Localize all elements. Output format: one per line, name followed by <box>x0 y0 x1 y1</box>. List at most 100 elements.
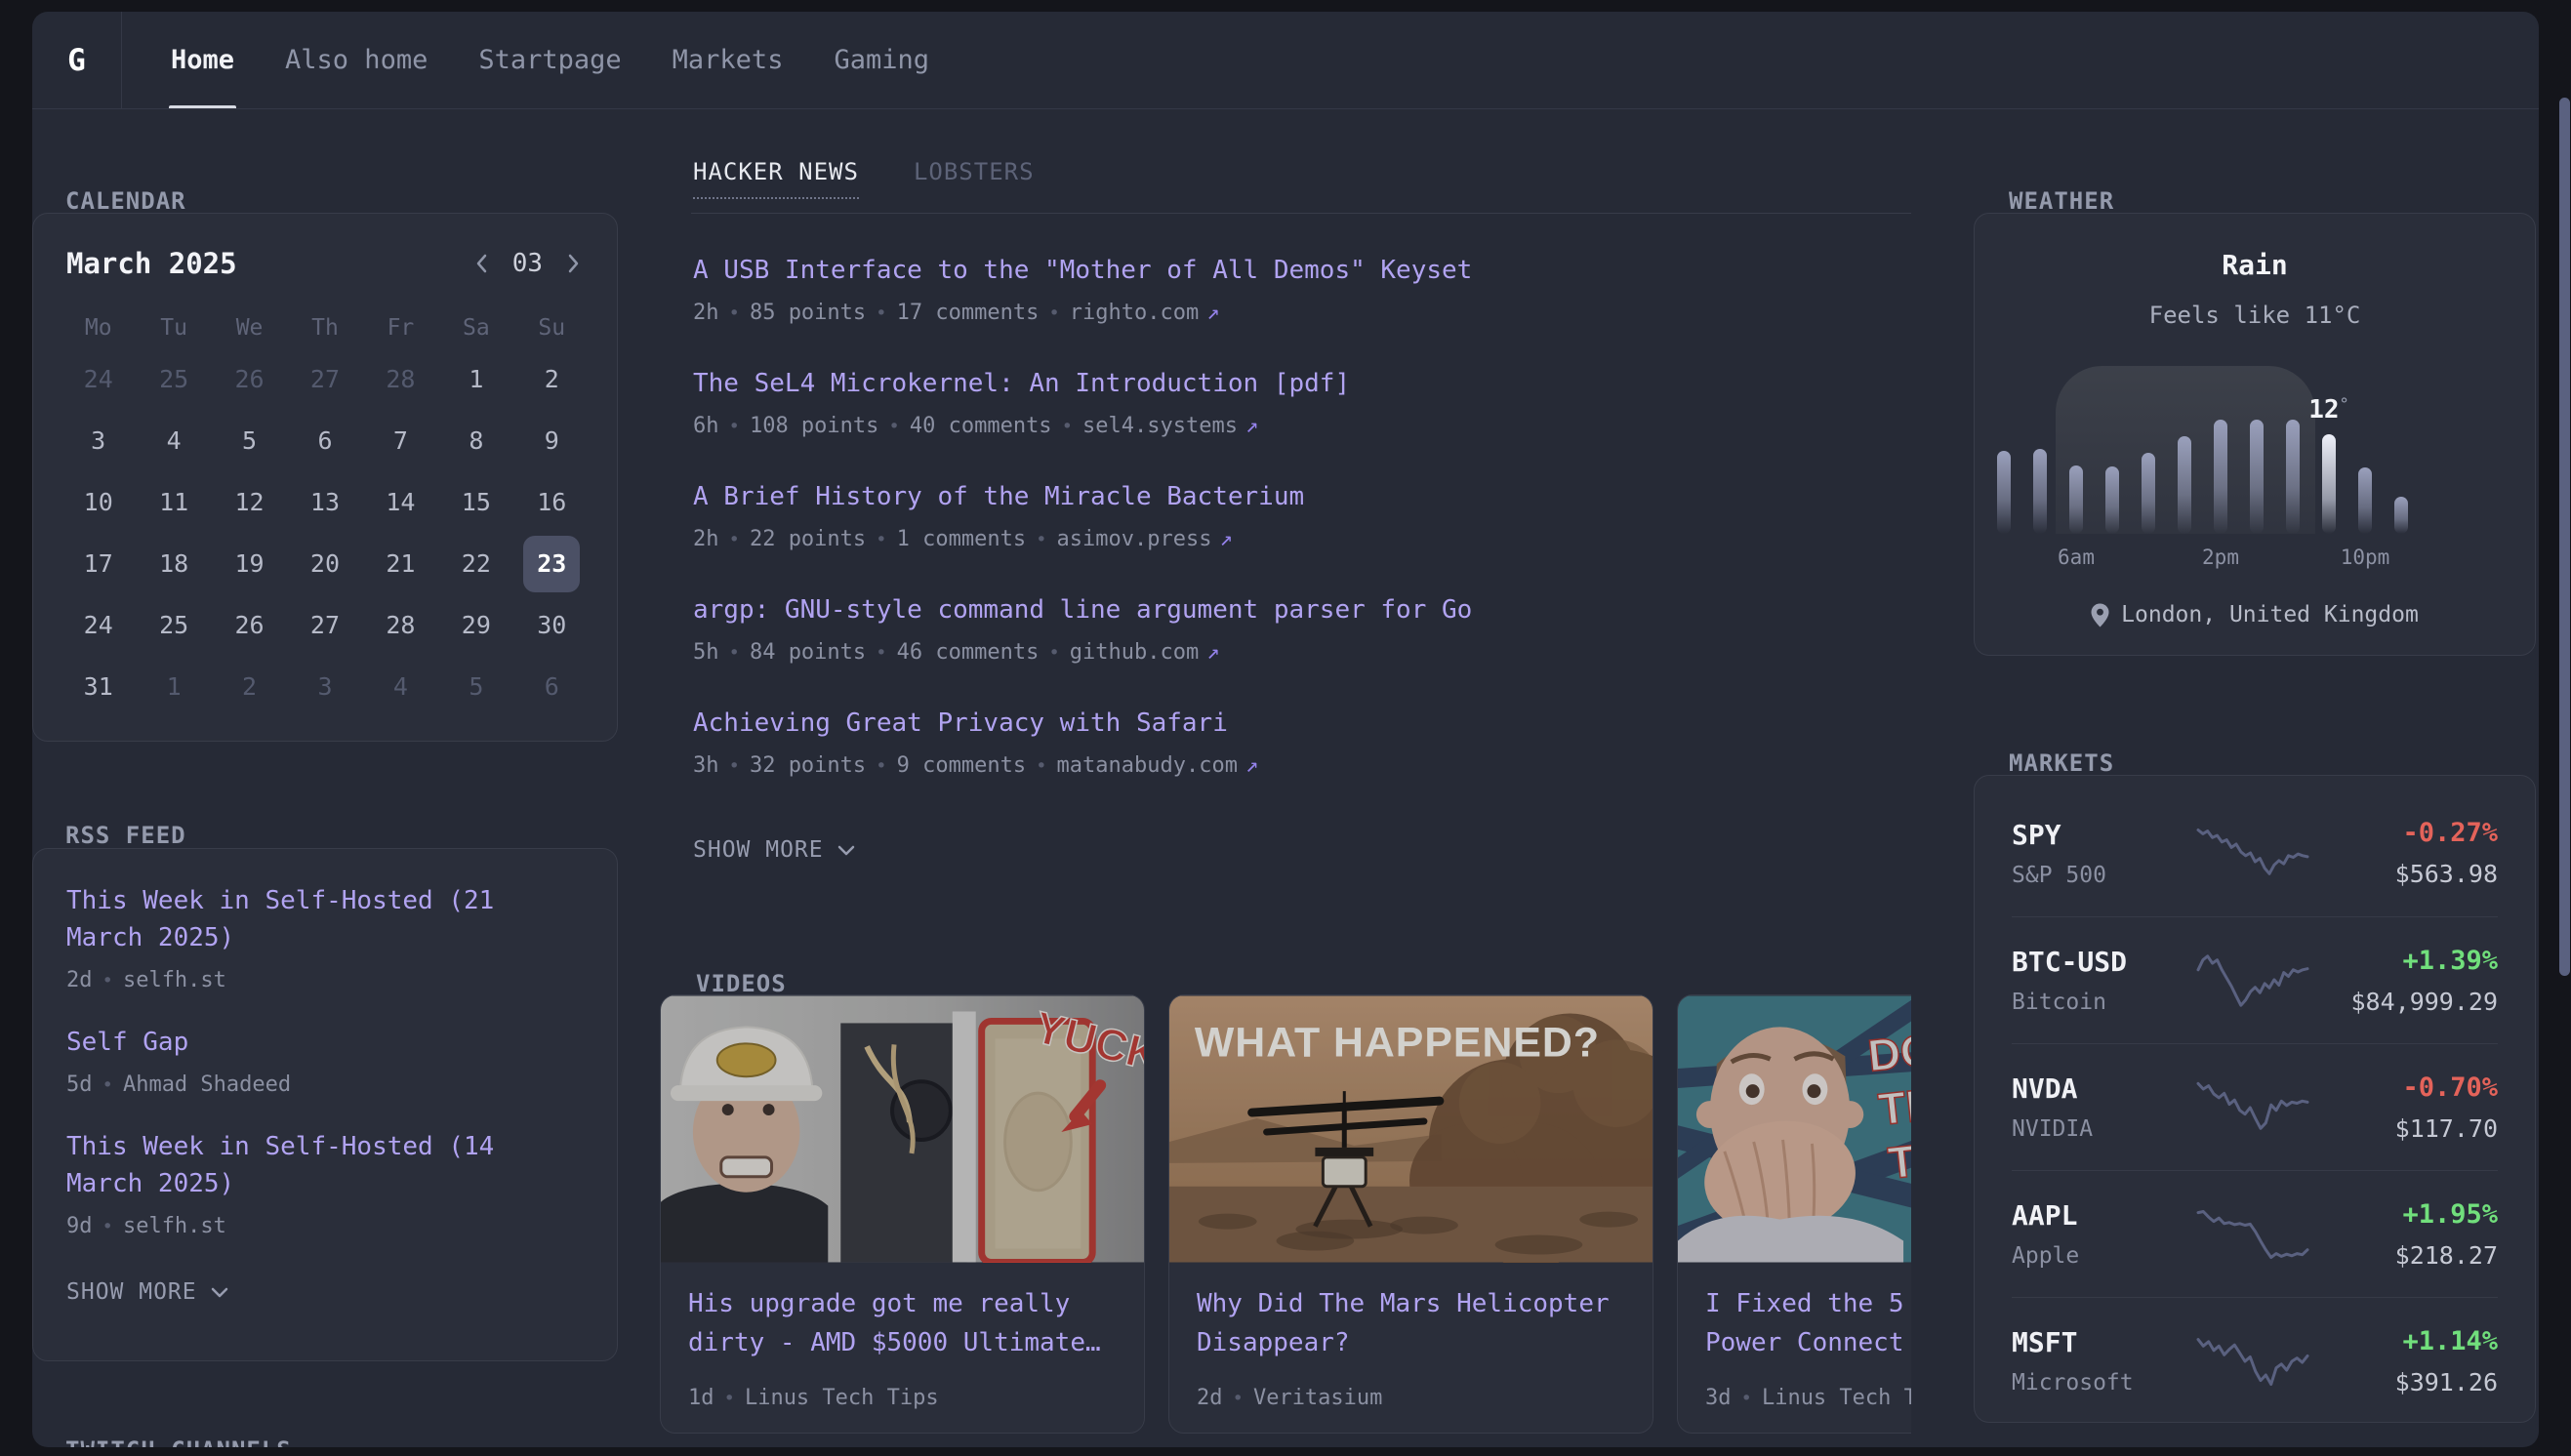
market-sparkline <box>2194 950 2311 1012</box>
rss-item-title[interactable]: This Week in Self-Hosted (21 March 2025) <box>66 882 584 956</box>
news-item-title[interactable]: A Brief History of the Miracle Bacterium <box>693 482 1901 511</box>
weekday-label: Su <box>514 315 590 341</box>
video-title[interactable]: I Fixed the 5 Power Connect <box>1705 1284 1911 1362</box>
scrollbar-thumb[interactable] <box>2559 98 2570 976</box>
weather-widget: Rain Feels like 11°C 12° 6am2pm10pm Lond… <box>1974 213 2536 656</box>
market-symbol-block: BTC-USDBitcoin <box>2012 946 2194 1015</box>
calendar-day: 18 <box>136 533 211 594</box>
calendar-day: 2 <box>212 656 287 717</box>
news-item-domain-link[interactable]: righto.com↗ <box>1070 301 1220 325</box>
rss-item: This Week in Self-Hosted (21 March 2025)… <box>66 882 584 992</box>
video-card: DO TH T I Fixed the 5 Power Connect 3d•L… <box>1677 994 1911 1434</box>
market-sparkline <box>2194 1203 2311 1266</box>
news-item-domain-link[interactable]: sel4.systems↗ <box>1082 414 1258 438</box>
news-item-title[interactable]: The SeL4 Microkernel: An Introduction [p… <box>693 369 1901 398</box>
nav-tab-startpage[interactable]: Startpage <box>478 12 621 108</box>
calendar-day-number: 19 <box>222 536 278 592</box>
calendar-day-number: 26 <box>222 597 278 654</box>
news-list: A USB Interface to the "Mother of All De… <box>693 256 1901 822</box>
calendar-day: 12 <box>212 471 287 533</box>
video-title[interactable]: Why Did The Mars Helicopter Disappear? <box>1197 1284 1625 1362</box>
rss-item-source: selfh.st <box>123 1214 226 1238</box>
news-show-more-button[interactable]: SHOW MORE <box>693 837 855 863</box>
tab-lobsters[interactable]: LOBSTERS <box>914 158 1035 199</box>
calendar-day: 28 <box>363 348 438 410</box>
video-thumbnail[interactable]: ​ WHAT HAPPENED? <box>1169 995 1653 1263</box>
video-thumbnail[interactable]: YUCK <box>661 995 1144 1263</box>
chevron-right-icon[interactable] <box>562 253 584 274</box>
rss-heading: RSS FEED <box>65 822 186 849</box>
market-row-nvda[interactable]: NVDANVIDIA-0.70%$117.70 <box>2012 1043 2498 1170</box>
calendar-day-number: 30 <box>523 597 580 654</box>
market-price: $218.27 <box>2395 1241 2498 1270</box>
news-item-domain-link[interactable]: github.com↗ <box>1070 640 1220 665</box>
rss-show-more-button[interactable]: SHOW MORE <box>66 1279 228 1305</box>
news-item: Achieving Great Privacy with Safari3h•32… <box>693 708 1901 822</box>
news-item-title[interactable]: Achieving Great Privacy with Safari <box>693 708 1901 738</box>
news-item-title[interactable]: A USB Interface to the "Mother of All De… <box>693 256 1901 285</box>
dot-separator: • <box>729 755 740 777</box>
video-title-line: I Fixed the 5 <box>1705 1284 1911 1323</box>
market-name: Apple <box>2012 1243 2194 1269</box>
rss-item-title[interactable]: This Week in Self-Hosted (14 March 2025) <box>66 1128 584 1202</box>
news-item-comments: 40 comments <box>910 414 1052 438</box>
chevron-left-icon[interactable] <box>471 253 493 274</box>
nav-tab-also-home[interactable]: Also home <box>285 12 428 108</box>
calendar-day-number: 4 <box>372 659 428 715</box>
video-thumbnail[interactable]: DO TH T <box>1678 995 1911 1263</box>
news-item-domain: righto.com <box>1070 301 1199 325</box>
news-item: A USB Interface to the "Mother of All De… <box>693 256 1901 369</box>
calendar-grid: 2425262728123456789101112131415161718192… <box>61 348 590 717</box>
market-change: +1.95% <box>2402 1199 2498 1230</box>
calendar-day: 24 <box>61 348 136 410</box>
rss-item-meta: 5d•Ahmad Shadeed <box>66 1072 584 1097</box>
dot-separator: • <box>888 416 899 437</box>
market-row-aapl[interactable]: AAPLApple+1.95%$218.27 <box>2012 1170 2498 1297</box>
weather-condition: Rain <box>1975 249 2535 281</box>
weather-temp-annotation: 12° <box>2308 395 2349 425</box>
news-item-domain-link[interactable]: matanabudy.com↗ <box>1057 753 1259 778</box>
news-item-domain-link[interactable]: asimov.press↗ <box>1057 527 1233 551</box>
news-show-more-label: SHOW MORE <box>693 837 824 863</box>
video-meta: 3d•Linus Tech Tips <box>1705 1386 1911 1410</box>
calendar-month-title: March 2025 <box>66 247 237 280</box>
calendar-day-number: 6 <box>297 413 353 469</box>
calendar-day-number: 23 <box>523 536 580 592</box>
calendar-day-number: 14 <box>372 474 428 531</box>
calendar-day: 27 <box>287 594 362 656</box>
chevron-down-icon <box>211 1287 228 1298</box>
market-row-btc-usd[interactable]: BTC-USDBitcoin+1.39%$84,999.29 <box>2012 916 2498 1043</box>
nav-tab-markets[interactable]: Markets <box>673 12 784 108</box>
dot-separator: • <box>876 303 886 324</box>
market-row-spy[interactable]: SPYS&P 500-0.27%$563.98 <box>2012 789 2498 916</box>
video-age: 3d <box>1705 1386 1732 1410</box>
market-row-msft[interactable]: MSFTMicrosoft+1.14%$391.26 <box>2012 1297 2498 1424</box>
dot-separator: • <box>102 1216 113 1237</box>
market-change: -0.27% <box>2402 818 2498 848</box>
calendar-day-number: 12 <box>222 474 278 531</box>
dot-separator: • <box>1048 303 1059 324</box>
calendar-month-number: 03 <box>512 249 543 278</box>
calendar-day-number: 7 <box>372 413 428 469</box>
tab-hacker-news[interactable]: HACKER NEWS <box>693 158 859 199</box>
news-item-title[interactable]: argp: GNU-style command line argument pa… <box>693 595 1901 625</box>
market-name: NVIDIA <box>2012 1116 2194 1142</box>
calendar-day-number: 9 <box>523 413 580 469</box>
market-name: S&P 500 <box>2012 863 2194 888</box>
weather-location: London, United Kingdom <box>1975 602 2535 627</box>
rss-item-title[interactable]: Self Gap <box>66 1024 584 1061</box>
calendar-day: 3 <box>61 410 136 471</box>
nav-tab-home[interactable]: Home <box>171 12 234 108</box>
news-item-age: 2h <box>693 527 719 551</box>
rss-item-meta: 2d•selfh.st <box>66 968 584 992</box>
video-card-body: I Fixed the 5 Power Connect 3d•Linus Tec… <box>1678 1263 1911 1432</box>
calendar-day: 13 <box>287 471 362 533</box>
center-column: HACKER NEWS LOBSTERS A USB Interface to … <box>660 109 1911 1447</box>
news-item-domain: sel4.systems <box>1082 414 1238 438</box>
markets-heading: MARKETS <box>2009 749 2114 777</box>
calendar-day: 26 <box>212 594 287 656</box>
video-title[interactable]: His upgrade got me really dirty - AMD $5… <box>688 1284 1117 1362</box>
market-ticker: NVDA <box>2012 1072 2194 1105</box>
nav-tab-gaming[interactable]: Gaming <box>834 12 929 108</box>
calendar-day: 4 <box>363 656 438 717</box>
